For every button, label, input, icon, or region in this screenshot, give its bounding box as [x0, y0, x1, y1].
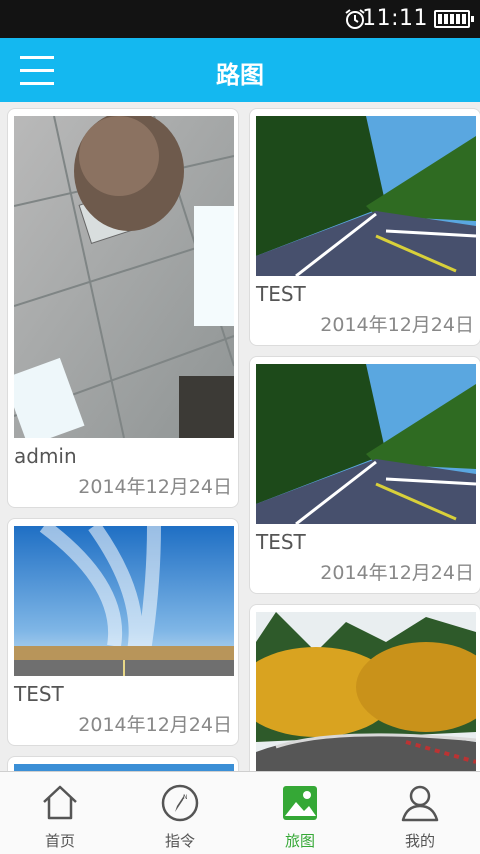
svg-text:N: N: [183, 794, 188, 801]
photo-card[interactable]: [249, 604, 480, 772]
tab-home[interactable]: 首页: [0, 772, 120, 854]
photo-author: TEST: [256, 530, 306, 554]
tab-label: 首页: [44, 832, 75, 850]
photo-date: 2014年12月24日: [320, 314, 474, 336]
photo-author: TEST: [14, 682, 64, 706]
tab-commands[interactable]: N 指令: [120, 772, 240, 854]
photo-card[interactable]: TEST 2014年12月24日: [7, 518, 239, 746]
photo-card[interactable]: TEST 2014年12月24日: [249, 108, 480, 346]
photo-date: 2014年12月24日: [320, 562, 474, 584]
page-title: 路图: [216, 61, 264, 89]
left-column: admin 2014年12月24日 TEST 2014年12月24日: [7, 108, 239, 772]
right-column: TEST 2014年12月24日 TEST 2014年12月24日: [249, 108, 480, 772]
photo-thumbnail[interactable]: [14, 526, 234, 676]
gallery-icon: [283, 786, 317, 820]
photo-card[interactable]: [7, 756, 239, 772]
bottom-tab-bar: 首页 N 指令 旅图 我的: [0, 771, 480, 854]
battery-icon: [434, 10, 474, 28]
status-bar: 11:11: [0, 0, 480, 38]
title-bar: 路图: [0, 38, 480, 102]
photo-date: 2014年12月24日: [78, 476, 232, 498]
tab-label: 我的: [404, 832, 435, 850]
home-icon: [43, 785, 77, 820]
photo-author: TEST: [256, 282, 306, 306]
photo-thumbnail[interactable]: [256, 364, 476, 524]
tab-profile[interactable]: 我的: [360, 772, 480, 854]
photo-thumbnail[interactable]: [256, 116, 476, 276]
photo-date: 2014年12月24日: [78, 714, 232, 736]
photo-thumbnail[interactable]: [256, 612, 476, 772]
tab-label: 旅图: [284, 832, 315, 850]
tab-gallery[interactable]: 旅图: [240, 772, 360, 854]
photo-feed[interactable]: admin 2014年12月24日 TEST 2014年12月24日 TEST …: [0, 102, 480, 772]
photo-card[interactable]: admin 2014年12月24日: [7, 108, 239, 508]
photo-author: admin: [14, 444, 77, 468]
user-icon: [401, 785, 439, 822]
tab-label: 指令: [164, 832, 195, 850]
compass-icon: N: [161, 784, 199, 822]
status-time: 11:11: [362, 6, 428, 31]
photo-card[interactable]: TEST 2014年12月24日: [249, 356, 480, 594]
photo-thumbnail[interactable]: [14, 116, 234, 438]
